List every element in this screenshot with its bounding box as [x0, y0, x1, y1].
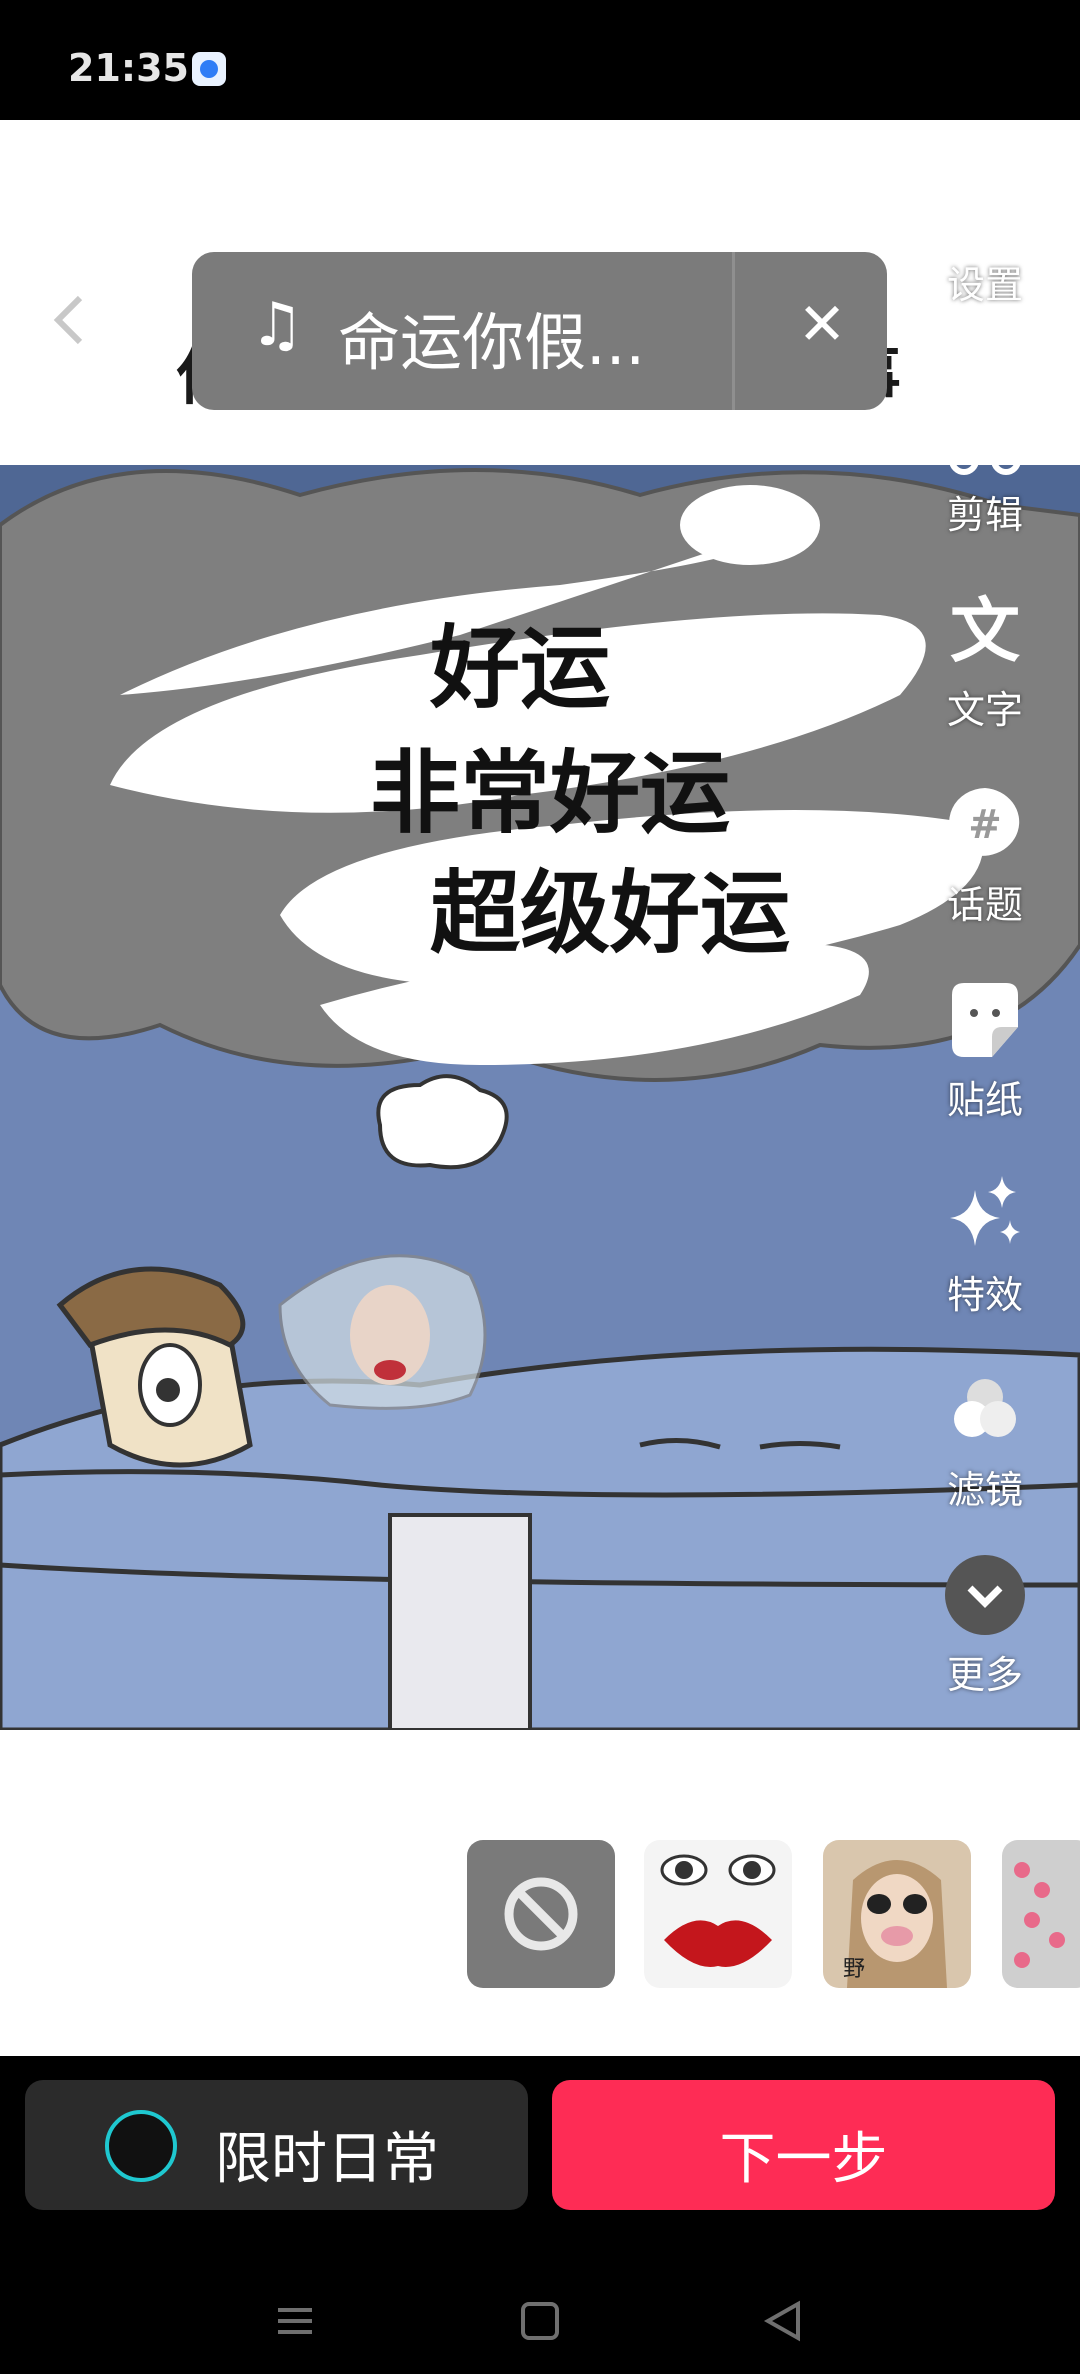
app-notification-icon [192, 52, 226, 86]
meme-line-3: 超级好运 [430, 860, 790, 966]
tool-more[interactable]: 更多 [930, 1550, 1040, 1699]
sparkle-icon [950, 1176, 1020, 1246]
tool-sticker[interactable]: 贴纸 [930, 975, 1040, 1124]
small-thought-bubble [376, 1074, 509, 1170]
text-icon: 文 [950, 590, 1020, 672]
tool-settings[interactable]: 设置 [930, 160, 1040, 309]
filter-icon [954, 1379, 1016, 1437]
meme-line-1: 好运 [430, 615, 610, 721]
tool-label: 文字 [946, 688, 1023, 732]
music-divider [732, 252, 735, 410]
music-selector[interactable]: ♫ 命运你假... ✕ [192, 252, 887, 410]
tool-text[interactable]: 文 文字 [930, 585, 1040, 734]
tool-label: 话题 [946, 883, 1023, 927]
pig-nose-thumbnail: 野 [843, 1860, 947, 1988]
home-square-icon[interactable] [515, 2296, 565, 2346]
tool-label: 贴纸 [946, 1078, 1023, 1122]
daily-story-label: 限时日常 [215, 2127, 439, 2192]
tool-topic[interactable]: # 话题 [930, 780, 1040, 929]
status-time: 21:35 [68, 46, 189, 90]
status-bar: 21:35 [0, 0, 1080, 120]
next-step-label: 下一步 [719, 2127, 888, 2192]
svg-text:#: # [968, 802, 1002, 848]
hashtag-icon: # [949, 788, 1020, 864]
music-note-icon: ♫ [250, 290, 304, 360]
tool-filter[interactable]: 滤镜 [930, 1365, 1040, 1514]
next-step-button[interactable]: 下一步 [552, 2080, 1055, 2210]
back-button[interactable] [42, 290, 102, 350]
effects-strip: 野 [0, 1840, 1080, 2000]
effect-none[interactable] [467, 1840, 615, 1988]
chevron-down-icon [945, 1555, 1025, 1635]
sticker-icon [952, 983, 1018, 1057]
svg-text:文: 文 [950, 590, 1020, 672]
remove-music-button[interactable]: ✕ [772, 290, 872, 358]
tool-label: 设置 [946, 263, 1023, 307]
pink-hearts-thumbnail [1014, 1862, 1065, 1968]
pig-nose-badge: 野 [843, 1957, 865, 1982]
tool-label: 更多 [946, 1653, 1023, 1697]
music-title: 命运你假... [338, 306, 646, 379]
tool-label: 特效 [946, 1273, 1023, 1317]
meme-line-2: 非常好运 [370, 740, 730, 846]
menu-icon[interactable] [270, 2296, 320, 2346]
scissors-icon [949, 402, 1021, 475]
tool-label: 剪辑 [946, 493, 1023, 537]
editor-canvas[interactable]: 你未来几天躲不开的大事 好运 非常好运 超级好运 [0, 120, 1080, 2056]
avatar [105, 2110, 177, 2182]
back-triangle-icon[interactable] [758, 2296, 808, 2346]
daily-story-button[interactable]: 限时日常 [25, 2080, 528, 2210]
bottom-bar: 限时日常 下一步 [0, 2056, 1080, 2374]
tool-effects[interactable]: 特效 [930, 1170, 1040, 1319]
effect-pink-hearts[interactable] [1002, 1840, 1080, 1988]
tool-label: 滤镜 [946, 1468, 1023, 1512]
lips-eyes-thumbnail [660, 1854, 776, 1967]
gear-icon [952, 172, 1018, 238]
bed-scene [0, 1254, 1080, 1730]
chevron-left-icon [53, 295, 83, 345]
tool-clip[interactable]: 剪辑 [930, 390, 1040, 539]
effect-pig-nose[interactable]: 野 [823, 1840, 971, 1988]
effect-lips-eyes[interactable] [644, 1840, 792, 1988]
meme-illustration: 好运 非常好运 超级好运 [0, 465, 1080, 1730]
ban-icon [504, 1877, 578, 1951]
